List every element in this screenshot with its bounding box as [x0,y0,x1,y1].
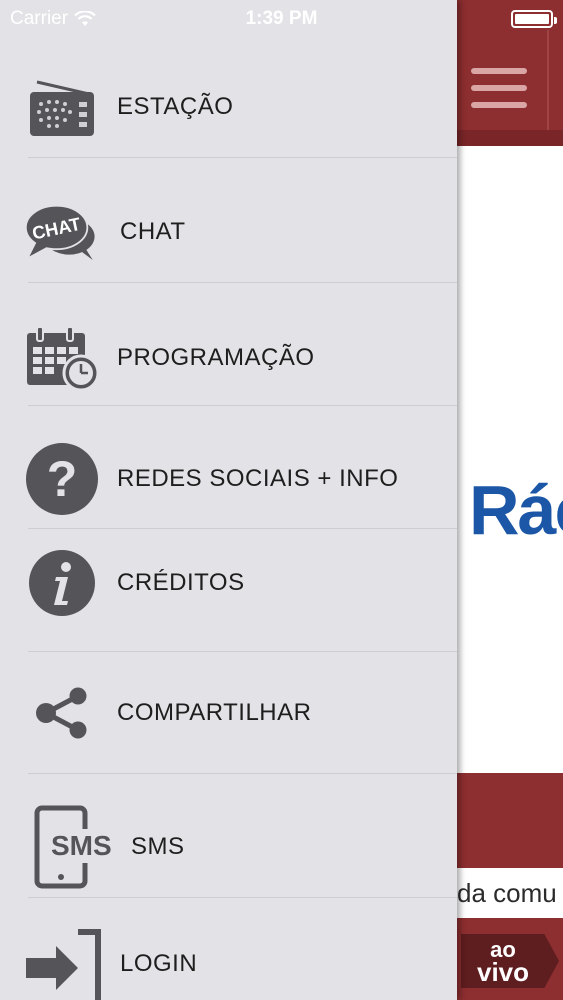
status-bar: Carrier 1:39 PM [0,0,563,38]
svg-text:?: ? [47,451,78,507]
side-drawer: ESTAÇÃO CHAT CHAT PROGRAMAÇÃO ? REDES SO… [0,0,457,1000]
menu-item-sms[interactable]: SMS SMS [0,804,457,890]
live-button[interactable]: ao vivo [461,934,559,988]
header-divider [547,30,549,130]
menu-item-estacao[interactable]: ESTAÇÃO [0,70,457,144]
menu-item-chat[interactable]: CHAT CHAT [0,194,457,270]
login-icon [26,928,106,1000]
calendar-clock-icon [24,320,100,396]
menu-divider [28,773,457,774]
menu-item-label: SMS [131,833,185,860]
menu-divider [28,282,457,283]
ticker-text: da comu [457,878,557,908]
menu-item-label: ESTAÇÃO [117,93,234,120]
menu-item-redes-sociais[interactable]: ? REDES SOCIAIS + INFO [0,440,457,518]
main-view: Rác da comu ao vivo [457,0,563,1000]
menu-item-label: PROGRAMAÇÃO [117,344,315,371]
menu-divider [28,528,457,529]
header-underline [457,130,563,146]
menu-item-label: LOGIN [120,950,198,977]
radio-icon [24,70,100,144]
menu-item-label: CRÉDITOS [117,569,245,596]
menu-item-login[interactable]: LOGIN [0,928,457,1000]
menu-item-label: COMPARTILHAR [117,699,312,726]
menu-divider [28,651,457,652]
chat-bubble-icon: CHAT [24,194,100,270]
battery-icon [511,10,557,28]
menu-divider [28,897,457,898]
share-icon [24,676,100,750]
question-circle-icon: ? [24,440,100,518]
menu-divider [28,405,457,406]
hamburger-icon[interactable] [471,66,529,110]
content-band [457,773,563,870]
station-logo: Rác [469,471,563,549]
menu-item-label: REDES SOCIAIS + INFO [117,465,399,492]
info-circle-icon [27,546,97,620]
status-time: 1:39 PM [245,8,318,29]
menu-item-label: CHAT [120,218,186,245]
menu-item-programacao[interactable]: PROGRAMAÇÃO [0,320,457,396]
live-button-line2: vivo [476,957,530,987]
menu-item-compartilhar[interactable]: COMPARTILHAR [0,676,457,750]
sms-phone-icon: SMS [34,804,118,890]
menu-divider [28,157,457,158]
sms-icon-text: SMS [51,830,112,861]
menu-item-creditos[interactable]: CRÉDITOS [0,546,457,620]
